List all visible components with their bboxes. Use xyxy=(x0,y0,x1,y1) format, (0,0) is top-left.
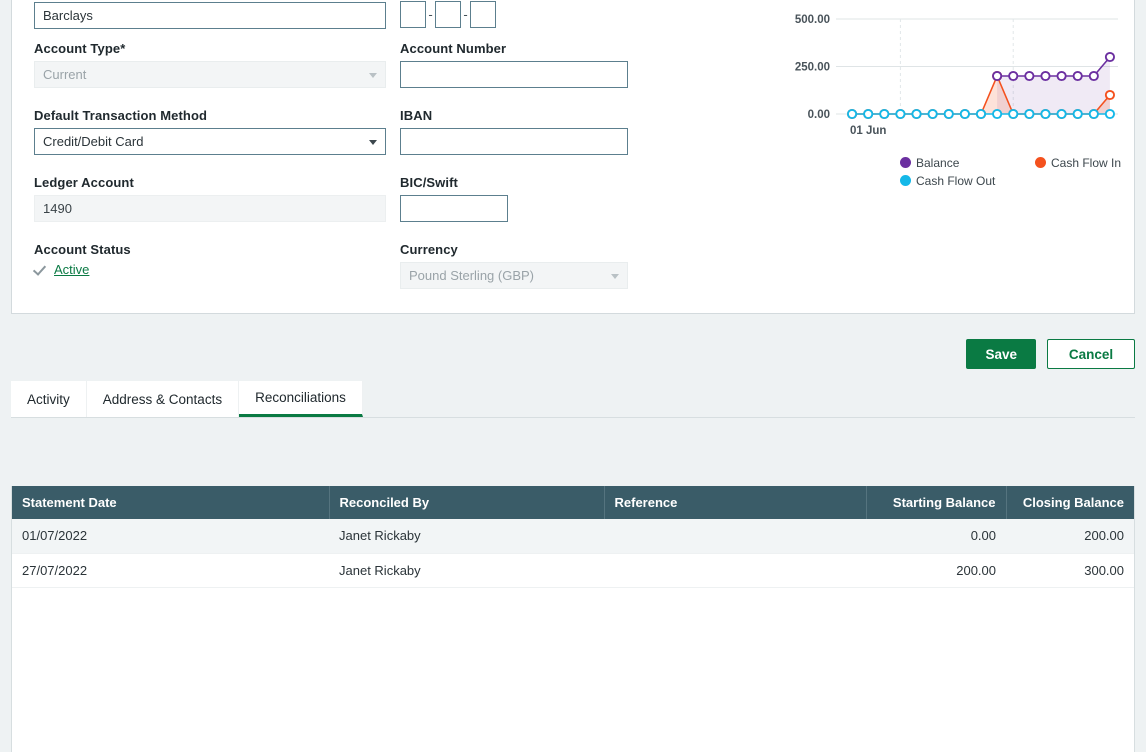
cell-closing-balance: 200.00 xyxy=(1006,519,1134,553)
sort-code-part-3[interactable] xyxy=(470,1,496,28)
account-status-label: Account Status xyxy=(34,242,386,257)
account-type-select[interactable]: Current xyxy=(34,61,386,88)
iban-label: IBAN xyxy=(400,108,752,123)
currency-value: Pound Sterling (GBP) xyxy=(409,268,534,283)
legend-item-cash-flow-in: Cash Flow In xyxy=(1035,156,1121,170)
column-header-statement-date[interactable]: Statement Date xyxy=(12,486,329,519)
detail-tabs: Activity Address & Contacts Reconciliati… xyxy=(11,382,1135,418)
svg-text:250.00: 250.00 xyxy=(795,62,830,74)
cell-reference xyxy=(604,553,866,587)
default-transaction-method-value: Credit/Debit Card xyxy=(43,134,143,149)
save-button[interactable]: Save xyxy=(966,339,1036,369)
check-icon xyxy=(34,263,48,277)
cell-starting-balance: 200.00 xyxy=(866,553,1006,587)
table-row[interactable]: 27/07/2022 Janet Rickaby 200.00 300.00 xyxy=(12,553,1134,587)
column-header-closing-balance[interactable]: Closing Balance xyxy=(1006,486,1134,519)
chevron-down-icon xyxy=(369,73,377,78)
field-bank-name xyxy=(34,2,386,29)
table-body: 01/07/2022 Janet Rickaby 0.00 200.00 27/… xyxy=(12,519,1134,587)
field-ledger-account: Ledger Account 1490 xyxy=(34,175,386,222)
iban-input[interactable] xyxy=(400,128,628,155)
sort-code-part-2[interactable] xyxy=(435,1,461,28)
status-badge: Active xyxy=(34,262,386,277)
chevron-down-icon xyxy=(611,274,619,279)
cell-statement-date: 01/07/2022 xyxy=(12,519,329,553)
cancel-button[interactable]: Cancel xyxy=(1047,339,1135,369)
table-head: Statement Date Reconciled By Reference S… xyxy=(12,486,1134,519)
tab-address-and-contacts[interactable]: Address & Contacts xyxy=(87,381,239,417)
ledger-account-value[interactable]: 1490 xyxy=(34,195,386,222)
field-account-number: Account Number xyxy=(400,41,752,88)
legend-item-balance: Balance xyxy=(900,156,1035,170)
account-type-label: Account Type* xyxy=(34,41,386,56)
form-actions: Save Cancel xyxy=(966,339,1135,369)
reconciliations-table: Statement Date Reconciled By Reference S… xyxy=(12,486,1134,588)
legend-item-cash-flow-out: Cash Flow Out xyxy=(900,174,1035,188)
cell-closing-balance: 300.00 xyxy=(1006,553,1134,587)
legend-swatch-cash-flow-in-icon xyxy=(1035,157,1046,168)
field-currency: Currency Pound Sterling (GBP) xyxy=(400,242,752,289)
field-default-transaction-method: Default Transaction Method Credit/Debit … xyxy=(34,108,386,155)
tab-activity[interactable]: Activity xyxy=(11,381,87,417)
chart-legend: Balance Cash Flow In Cash Flow Out xyxy=(900,155,1146,188)
cell-reconciled-by: Janet Rickaby xyxy=(329,519,604,553)
cell-reconciled-by: Janet Rickaby xyxy=(329,553,604,587)
cell-statement-date: 27/07/2022 xyxy=(12,553,329,587)
field-bic-swift: BIC/Swift xyxy=(400,175,752,222)
field-account-status: Account Status Active xyxy=(34,242,386,277)
reconciliations-table-panel: Statement Date Reconciled By Reference S… xyxy=(11,486,1135,752)
sort-code-part-1[interactable] xyxy=(400,1,426,28)
currency-select[interactable]: Pound Sterling (GBP) xyxy=(400,262,628,289)
sort-code-separator: - xyxy=(426,1,435,28)
legend-swatch-balance-icon xyxy=(900,157,911,168)
column-header-reconciled-by[interactable]: Reconciled By xyxy=(329,486,604,519)
tab-reconciliations[interactable]: Reconciliations xyxy=(239,381,363,417)
bank-name-input[interactable] xyxy=(34,2,386,29)
svg-text:01 Jun: 01 Jun xyxy=(850,125,886,137)
legend-swatch-cash-flow-out-icon xyxy=(900,175,911,186)
balance-chart-svg: 0.00 250.00 500.00 01 Jun xyxy=(776,1,1126,146)
svg-text:500.00: 500.00 xyxy=(795,14,830,26)
account-number-input[interactable] xyxy=(400,61,628,88)
bic-swift-input[interactable] xyxy=(400,195,508,222)
field-iban: IBAN xyxy=(400,108,752,155)
chevron-down-icon xyxy=(369,140,377,145)
column-header-reference[interactable]: Reference xyxy=(604,486,866,519)
sort-code-group: - - xyxy=(400,1,496,28)
default-transaction-method-label: Default Transaction Method xyxy=(34,108,386,123)
table-header-row: Statement Date Reconciled By Reference S… xyxy=(12,486,1134,519)
default-transaction-method-select[interactable]: Credit/Debit Card xyxy=(34,128,386,155)
column-header-starting-balance[interactable]: Starting Balance xyxy=(866,486,1006,519)
cell-reference xyxy=(604,519,866,553)
ledger-account-label: Ledger Account xyxy=(34,175,386,190)
account-type-value: Current xyxy=(43,67,86,82)
account-number-label: Account Number xyxy=(400,41,752,56)
account-status-link[interactable]: Active xyxy=(54,262,89,277)
field-account-type: Account Type* Current xyxy=(34,41,386,88)
svg-text:0.00: 0.00 xyxy=(808,109,830,121)
legend-label-cash-flow-out: Cash Flow Out xyxy=(916,174,995,188)
legend-label-cash-flow-in: Cash Flow In xyxy=(1051,156,1121,170)
sort-code-separator: - xyxy=(461,1,470,28)
bic-swift-label: BIC/Swift xyxy=(400,175,752,190)
currency-label: Currency xyxy=(400,242,752,257)
legend-label-balance: Balance xyxy=(916,156,959,170)
bank-account-form-panel: Account Type* Current Default Transactio… xyxy=(11,0,1135,314)
balance-chart: 0.00 250.00 500.00 01 Jun xyxy=(776,1,1126,146)
cell-starting-balance: 0.00 xyxy=(866,519,1006,553)
table-row[interactable]: 01/07/2022 Janet Rickaby 0.00 200.00 xyxy=(12,519,1134,553)
